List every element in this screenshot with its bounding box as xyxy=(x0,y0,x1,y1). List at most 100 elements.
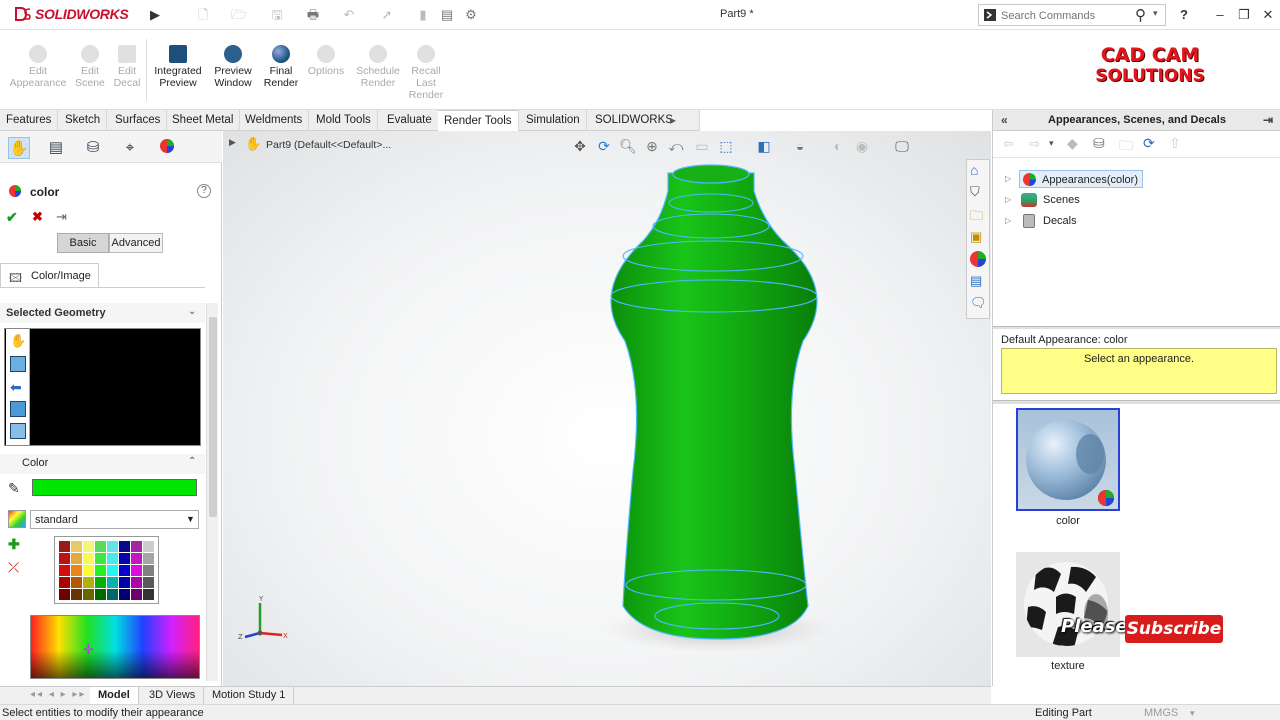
tab-features[interactable]: Features xyxy=(0,110,59,131)
tab-evaluate[interactable]: Evaluate xyxy=(381,110,439,131)
color-swatch[interactable] xyxy=(59,553,70,564)
color-swatch[interactable] xyxy=(119,589,130,600)
eyedropper-icon[interactable]: ✎ xyxy=(8,480,20,497)
basic-mode-button[interactable]: Basic xyxy=(57,233,109,253)
display-manager-icon[interactable] xyxy=(156,137,178,159)
tab-scroll-icons[interactable]: ◂◂ ◂ ▸ ▸▸ xyxy=(30,689,86,700)
view-palette-icon[interactable]: ▣ xyxy=(970,229,982,245)
tree-expand-icon[interactable]: ▶ xyxy=(229,137,236,148)
search-dropdown-icon[interactable]: ▾ xyxy=(1153,8,1158,19)
color-swatch[interactable] xyxy=(131,565,142,576)
home-icon[interactable]: ⌂ xyxy=(970,162,978,178)
edit-decal-button[interactable]: Edit Decal xyxy=(110,45,144,89)
hide-show-icon[interactable]: ◐ xyxy=(829,137,847,155)
display-style-icon[interactable]: ◒ xyxy=(791,137,809,155)
select-surface-icon[interactable]: ⬅ xyxy=(10,379,26,395)
color-swatch[interactable] xyxy=(107,553,118,564)
collapse-chevron-up-icon[interactable]: ⌃ xyxy=(188,456,196,467)
pin-icon[interactable]: ⇥ xyxy=(1263,110,1273,131)
subscribe-button[interactable]: Subscribe xyxy=(1125,615,1223,643)
expand-icon[interactable]: ▷ xyxy=(1005,174,1011,183)
selected-geometry-header[interactable]: Selected Geometry ⌄ xyxy=(0,303,205,323)
tab-surfaces[interactable]: Surfaces xyxy=(109,110,168,131)
search-input[interactable] xyxy=(1001,8,1137,23)
collapse-left-icon[interactable]: « xyxy=(1001,110,1008,131)
add-swatch-icon[interactable]: ✚ xyxy=(8,536,20,553)
feature-manager-icon[interactable]: ✋ xyxy=(8,137,30,159)
color-swatch[interactable] xyxy=(119,541,130,552)
tab-weldments[interactable]: Weldments xyxy=(239,110,310,131)
back-icon[interactable]: ⇦ xyxy=(1003,136,1014,152)
color-swatch[interactable] xyxy=(95,553,106,564)
appearances-tab-icon[interactable] xyxy=(970,251,986,267)
color-swatch[interactable] xyxy=(83,541,94,552)
bottle-mouth[interactable] xyxy=(672,164,750,184)
tab-render-tools[interactable]: Render Tools xyxy=(438,110,519,131)
color-swatch[interactable] xyxy=(143,589,154,600)
remove-swatch-icon[interactable]: ⤫ xyxy=(8,559,19,576)
pushpin-icon[interactable]: ⇥ xyxy=(56,209,67,225)
select-face-icon[interactable] xyxy=(10,356,26,372)
rotate-icon[interactable]: ⟳ xyxy=(595,137,613,155)
color-swatch[interactable] xyxy=(71,565,82,576)
tab-sketch[interactable]: Sketch xyxy=(59,110,108,131)
new-document-icon[interactable]: 🗋 xyxy=(194,6,212,24)
color-swatch[interactable] xyxy=(107,577,118,588)
color-swatch[interactable] xyxy=(95,541,106,552)
select-body-icon[interactable] xyxy=(10,401,26,417)
select-feature-icon[interactable] xyxy=(10,423,26,439)
edit-appearance-hud-icon[interactable]: ◉ xyxy=(853,137,871,155)
color-swatch[interactable] xyxy=(95,589,106,600)
custom-properties-icon[interactable]: ▤ xyxy=(970,273,982,289)
color-swatch[interactable] xyxy=(131,589,142,600)
edit-appearance-button[interactable]: Edit Appearance xyxy=(8,45,68,89)
select-icon[interactable]: ➚ xyxy=(378,6,396,24)
scroll-thumb[interactable] xyxy=(209,317,217,517)
color-swatch[interactable] xyxy=(119,553,130,564)
splitter[interactable] xyxy=(993,400,1280,404)
search-icon[interactable]: ⚲ xyxy=(1135,6,1146,24)
color-thumbnail[interactable] xyxy=(1016,408,1120,511)
swatch-grid[interactable] xyxy=(54,536,159,604)
forum-icon[interactable]: 🗨 xyxy=(970,295,987,311)
tab-sheet-metal[interactable]: Sheet Metal xyxy=(166,110,241,131)
current-color-swatch[interactable] xyxy=(32,479,197,496)
texture-thumbnail[interactable] xyxy=(1016,552,1120,657)
color-swatch[interactable] xyxy=(107,541,118,552)
help-icon[interactable]: ? xyxy=(1174,6,1194,24)
recall-last-render-button[interactable]: Recall Last Render xyxy=(406,45,446,101)
history-dropdown-icon[interactable]: ▾ xyxy=(1049,138,1054,149)
ok-check-icon[interactable]: ✔ xyxy=(6,209,18,226)
advanced-mode-button[interactable]: Advanced xyxy=(109,233,163,253)
search-commands[interactable]: ⚲ ▾ xyxy=(978,4,1166,26)
color-swatch[interactable] xyxy=(83,589,94,600)
undo-icon[interactable]: ↶ xyxy=(340,6,358,24)
tree-item-scenes[interactable]: Scenes xyxy=(1019,191,1080,209)
tabs-overflow-icon[interactable]: ▸ xyxy=(670,113,676,127)
tab-3d-views[interactable]: 3D Views xyxy=(141,687,205,704)
units-selector[interactable]: MMGS xyxy=(1144,706,1178,720)
minimize-button[interactable]: – xyxy=(1210,6,1230,24)
tree-item-appearances[interactable]: Appearances(color) xyxy=(1019,170,1143,188)
color-swatch[interactable] xyxy=(107,589,118,600)
color-swatch[interactable] xyxy=(71,589,82,600)
color-image-tab[interactable]: 🖾 Color/Image xyxy=(0,263,99,288)
menu-expand-icon[interactable]: ▶ xyxy=(146,6,164,24)
tab-mold-tools[interactable]: Mold Tools xyxy=(310,110,378,131)
forward-icon[interactable]: ⇨ xyxy=(1029,136,1040,152)
print-icon[interactable]: 🖶 xyxy=(304,6,322,24)
feature-tree-path[interactable]: Part9 (Default<<Default>... xyxy=(266,139,391,151)
up-folder-icon[interactable]: ⇧ xyxy=(1169,135,1181,152)
color-section-header[interactable]: Color ⌃ xyxy=(0,454,205,474)
help-icon[interactable]: ? xyxy=(197,184,211,198)
color-swatch[interactable] xyxy=(59,577,70,588)
bottle-model[interactable] xyxy=(603,161,833,656)
select-part-icon[interactable]: ✋ xyxy=(10,333,26,349)
save-icon[interactable]: 🖫 xyxy=(268,6,286,24)
cancel-x-icon[interactable]: ✖ xyxy=(32,209,43,225)
file-properties-icon[interactable]: ▤ xyxy=(438,6,456,24)
tree-item-decals[interactable]: Decals xyxy=(1019,212,1077,230)
color-swatch[interactable] xyxy=(83,565,94,576)
color-swatch[interactable] xyxy=(131,553,142,564)
options-gear-icon[interactable]: ⚙ xyxy=(462,6,480,24)
